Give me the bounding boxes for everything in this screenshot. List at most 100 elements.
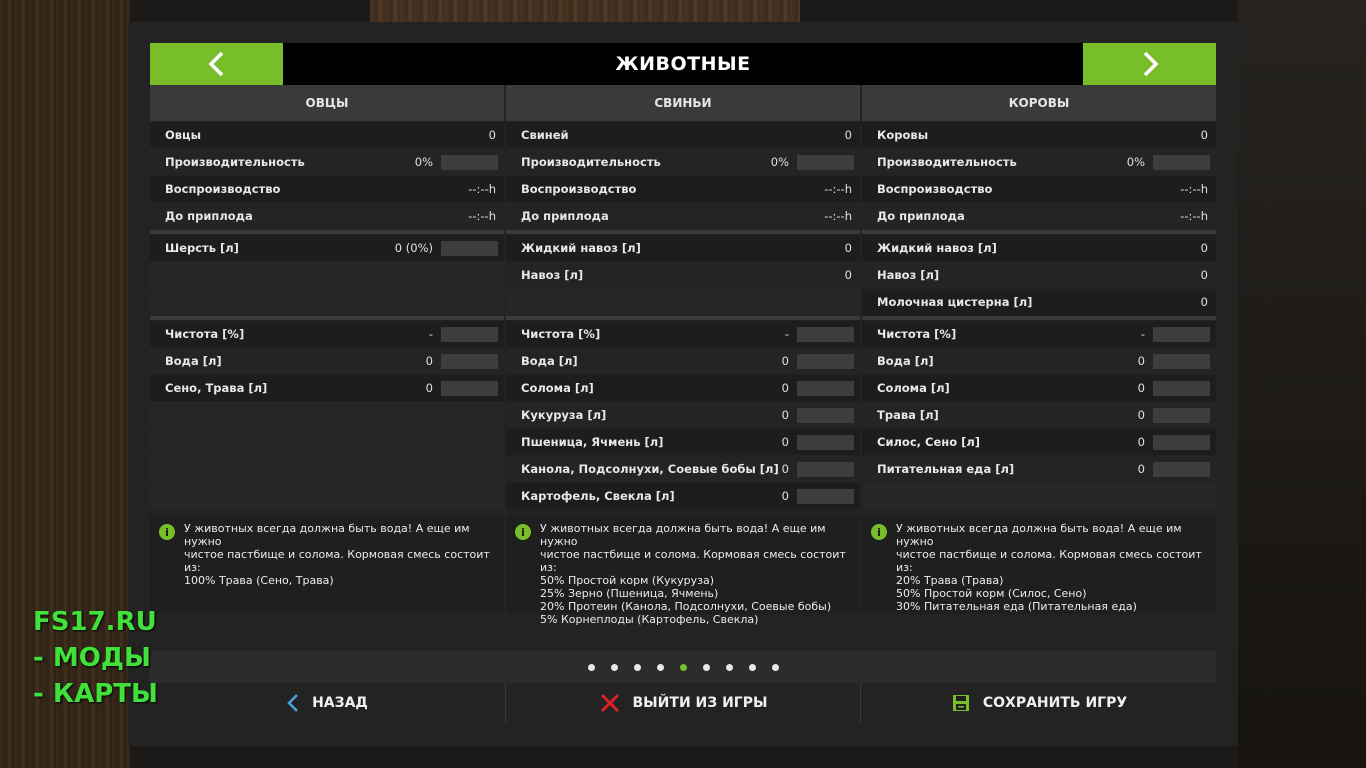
stat-label: Воспроизводство xyxy=(521,182,637,196)
stat-label: Трава [л] xyxy=(877,408,939,422)
next-page-button[interactable] xyxy=(1083,43,1216,85)
progress-bar xyxy=(797,353,854,369)
back-button[interactable]: НАЗАД xyxy=(150,683,504,723)
stat-row: Жидкий навоз [л] 0 xyxy=(862,235,1216,261)
stat-row: Вода [л] 0 xyxy=(862,348,1216,374)
progress-bar xyxy=(797,326,854,342)
page-dot[interactable] xyxy=(610,663,618,671)
page-dot[interactable] xyxy=(587,663,595,671)
quit-game-button[interactable]: ВЫЙТИ ИЗ ИГРЫ xyxy=(506,683,860,723)
watermark-line: - КАРТЫ xyxy=(33,679,158,709)
empty-row xyxy=(150,262,504,288)
stat-label: Коровы xyxy=(877,128,929,142)
stat-label: Навоз [л] xyxy=(521,268,584,282)
empty-row xyxy=(150,483,504,509)
stat-value: 0 xyxy=(1200,241,1208,255)
watermark-line: FS17.RU xyxy=(33,607,157,637)
footer-divider xyxy=(860,683,861,723)
stat-label: Силос, Сено [л] xyxy=(877,435,981,449)
stat-value: 0 xyxy=(1137,381,1145,395)
back-arrow-icon xyxy=(287,694,298,712)
stat-value: --:--h xyxy=(1180,182,1208,196)
stat-row: Производительность 0% xyxy=(862,149,1216,175)
info-box: i У животных всегда должна быть вода! А … xyxy=(862,514,1216,614)
page-dot[interactable] xyxy=(679,663,687,671)
stat-value: 0 xyxy=(844,128,852,142)
stat-label: Солома [л] xyxy=(877,381,950,395)
stat-value: 0 xyxy=(425,381,433,395)
progress-bar xyxy=(441,380,498,396)
page-indicator xyxy=(150,651,1216,683)
stat-value: 0 xyxy=(781,381,789,395)
page-dot[interactable] xyxy=(725,663,733,671)
info-text: У животных всегда должна быть вода! А ещ… xyxy=(184,522,490,587)
stat-row: До приплода --:--h xyxy=(150,203,504,229)
info-text: У животных всегда должна быть вода! А ещ… xyxy=(896,522,1202,613)
stat-value: --:--h xyxy=(824,182,852,196)
stat-row: Производительность 0% xyxy=(506,149,860,175)
save-game-button[interactable]: СОХРАНИТЬ ИГРУ xyxy=(862,683,1216,723)
stat-label: Вода [л] xyxy=(521,354,578,368)
stat-label: Вода [л] xyxy=(877,354,934,368)
page-dot[interactable] xyxy=(771,663,779,671)
stat-value: 0 xyxy=(781,354,789,368)
progress-bar xyxy=(441,240,498,256)
background-wood-top xyxy=(370,0,800,22)
stat-value: 0% xyxy=(1126,155,1145,169)
stat-value: 0 xyxy=(1200,128,1208,142)
page-dot[interactable] xyxy=(702,663,710,671)
watermark-line: - МОДЫ xyxy=(33,643,151,673)
stat-value: 0 xyxy=(1137,408,1145,422)
info-text: У животных всегда должна быть вода! А ещ… xyxy=(540,522,846,626)
empty-row xyxy=(506,289,860,315)
stat-label: Чистота [%] xyxy=(165,327,245,341)
stat-label: Свиней xyxy=(521,128,569,142)
stat-value: 0 (0%) xyxy=(394,241,433,255)
stat-label: Молочная цистерна [л] xyxy=(877,295,1033,309)
stat-row: Чистота [%] - xyxy=(506,321,860,347)
empty-row xyxy=(150,429,504,455)
info-icon: i xyxy=(515,524,531,540)
stat-value: 0 xyxy=(1137,435,1145,449)
stat-row: Воспроизводство --:--h xyxy=(862,176,1216,202)
stat-value: 0 xyxy=(781,462,789,476)
stat-label: Пшеница, Ячмень [л] xyxy=(521,435,664,449)
page-dot[interactable] xyxy=(656,663,664,671)
empty-row xyxy=(150,456,504,482)
info-box: i У животных всегда должна быть вода! А … xyxy=(506,514,860,626)
stat-label: Производительность xyxy=(877,155,1017,169)
stat-label: Производительность xyxy=(165,155,305,169)
empty-row xyxy=(862,483,1216,509)
stat-value: 0% xyxy=(770,155,789,169)
stat-label: Канола, Подсолнухи, Соевые бобы [л] xyxy=(521,462,779,476)
stat-row: Сено, Трава [л] 0 xyxy=(150,375,504,401)
stat-row: До приплода --:--h xyxy=(506,203,860,229)
stat-value: 0 xyxy=(425,354,433,368)
stat-row: До приплода --:--h xyxy=(862,203,1216,229)
stat-row: Солома [л] 0 xyxy=(862,375,1216,401)
stat-value: 0 xyxy=(1200,268,1208,282)
progress-bar xyxy=(797,154,854,170)
column-cows: КОРОВЫ Коровы 0 Производительность 0% Восп… xyxy=(862,85,1216,614)
stat-row: Солома [л] 0 xyxy=(506,375,860,401)
empty-row xyxy=(150,289,504,315)
save-label: СОХРАНИТЬ ИГРУ xyxy=(982,695,1128,711)
prev-page-button[interactable] xyxy=(150,43,283,85)
info-icon: i xyxy=(159,524,175,540)
stat-row: Пшеница, Ячмень [л] 0 xyxy=(506,429,860,455)
column-pigs: СВИНЬИ Свиней 0 Производительность 0% Восп… xyxy=(506,85,860,626)
stat-row: Навоз [л] 0 xyxy=(862,262,1216,288)
section-divider xyxy=(862,316,1216,320)
page-dot[interactable] xyxy=(633,663,641,671)
progress-bar xyxy=(441,154,498,170)
stat-value: 0 xyxy=(1137,354,1145,368)
stat-row: Свиней 0 xyxy=(506,122,860,148)
stat-value: --:--h xyxy=(824,209,852,223)
stat-value: 0 xyxy=(844,241,852,255)
stat-label: До приплода xyxy=(521,209,609,223)
stat-value: - xyxy=(1140,327,1145,341)
page-dot[interactable] xyxy=(748,663,756,671)
progress-bar xyxy=(797,488,854,504)
quit-label: ВЫЙТИ ИЗ ИГРЫ xyxy=(632,695,768,711)
progress-bar xyxy=(1153,353,1210,369)
